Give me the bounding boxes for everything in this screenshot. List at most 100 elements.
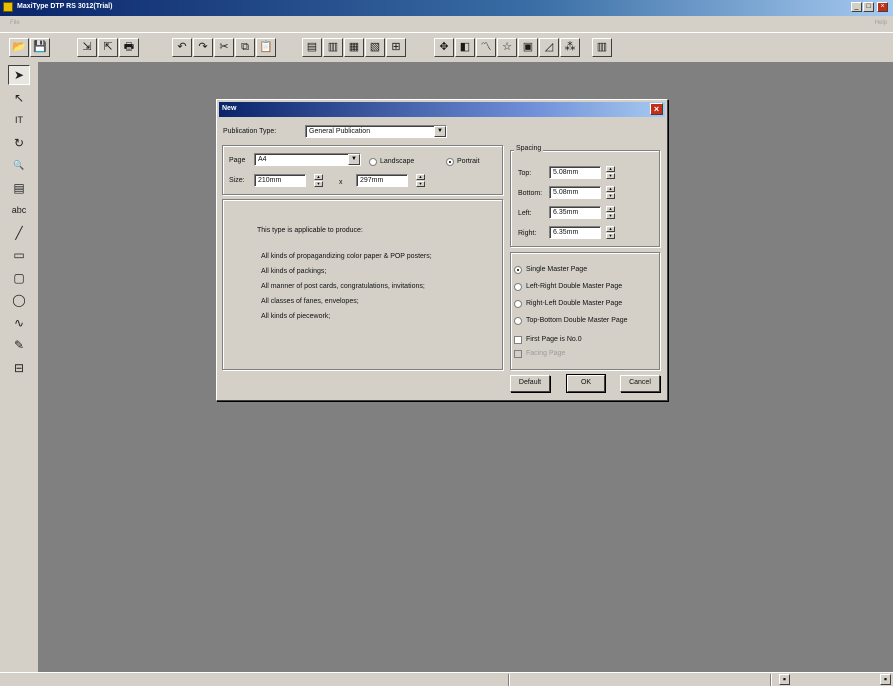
landscape-radio[interactable] (369, 158, 377, 166)
ellipse-tool-icon[interactable]: ◯ (8, 290, 30, 310)
rotate-icon[interactable]: ↻ (8, 133, 30, 153)
spacing-bottom-label: Bottom: (518, 190, 543, 197)
rectangle-tool-icon[interactable]: ▭ (8, 245, 30, 265)
height-field[interactable]: 297mm (356, 174, 408, 187)
text-tool-icon[interactable]: IT (8, 110, 30, 130)
export-icon[interactable]: ⇱ (98, 38, 118, 57)
status-toggle-button[interactable]: ▪ (779, 674, 790, 685)
open-folder-icon[interactable]: 📂 (9, 38, 29, 57)
table-icon[interactable]: ⊞ (386, 38, 406, 57)
spacing-left-field[interactable]: 6.35mm (549, 206, 601, 219)
chevron-down-icon[interactable]: ▼ (348, 154, 360, 165)
publication-type-select[interactable]: General Publication ▼ (305, 125, 447, 138)
portrait-label: Portrait (457, 158, 480, 165)
spin-up-icon[interactable]: ▲ (606, 226, 615, 232)
master-page-option-label: Right-Left Double Master Page (526, 300, 623, 307)
spin-up-icon[interactable]: ▲ (606, 166, 615, 172)
dialog-title-bar[interactable]: New × (219, 102, 665, 117)
spacing-top-field[interactable]: 5.08mm (549, 166, 601, 179)
node-select-icon[interactable]: ↖ (8, 88, 30, 108)
maximize-button[interactable]: □ (863, 2, 874, 12)
star-icon[interactable]: ☆ (497, 38, 517, 57)
master-page-radio[interactable] (514, 317, 522, 325)
master-page-radio[interactable] (514, 266, 522, 274)
app-title-bar[interactable]: MaxiType DTP RS 3012(Trial) _ □ × (0, 0, 893, 16)
image-frame-icon[interactable]: ▣ (518, 38, 538, 57)
spin-up-icon[interactable]: ▲ (416, 174, 425, 180)
cancel-button[interactable]: Cancel (620, 375, 660, 392)
spin-up-icon[interactable]: ▲ (606, 206, 615, 212)
status-scroll-button[interactable]: ▪ (880, 674, 891, 685)
first-page-checkbox[interactable] (514, 336, 522, 344)
status-separator (770, 674, 772, 686)
portrait-radio[interactable] (446, 158, 454, 166)
width-field[interactable]: 210mm (254, 174, 306, 187)
status-separator (508, 674, 510, 686)
default-button[interactable]: Default (510, 375, 550, 392)
width-spinner[interactable]: ▲ ▼ (314, 174, 323, 187)
curve-tool-icon[interactable]: ∿ (8, 313, 30, 333)
zoom-icon[interactable]: 🔍 (8, 155, 30, 175)
menu-help[interactable]: Help (875, 20, 887, 26)
spin-down-icon[interactable]: ▼ (416, 181, 425, 187)
close-button[interactable]: × (877, 2, 888, 12)
spacing-bottom-field[interactable]: 5.08mm (549, 186, 601, 199)
move-cross-icon[interactable]: ✥ (434, 38, 454, 57)
cut-icon[interactable]: ✂ (214, 38, 234, 57)
spin-down-icon[interactable]: ▼ (606, 173, 615, 179)
import-icon[interactable]: ⇲ (77, 38, 97, 57)
rounded-rect-tool-icon[interactable]: ▢ (8, 268, 30, 288)
description-line: All kinds of packings; (261, 268, 327, 275)
spacing-right-field[interactable]: 6.35mm (549, 226, 601, 239)
curve-color-icon[interactable]: 〽 (476, 38, 496, 57)
spacing-top-spinner[interactable]: ▲ ▼ (606, 166, 615, 179)
text-effect-icon[interactable]: ⁂ (560, 38, 580, 57)
frame-center-icon[interactable]: ▥ (323, 38, 343, 57)
select-arrow-icon[interactable]: ➤ (8, 65, 30, 85)
master-page-radio[interactable] (514, 283, 522, 291)
menu-file[interactable]: File (10, 20, 20, 26)
paste-icon[interactable]: 📋 (256, 38, 276, 57)
spin-down-icon[interactable]: ▼ (606, 193, 615, 199)
spin-down-icon[interactable]: ▼ (606, 233, 615, 239)
spacing-left-spinner[interactable]: ▲ ▼ (606, 206, 615, 219)
undo-icon[interactable]: ↶ (172, 38, 192, 57)
color-palette-icon[interactable]: ◧ (455, 38, 475, 57)
frame-link-icon[interactable]: ▧ (365, 38, 385, 57)
pen-tool-icon[interactable]: ✎ (8, 335, 30, 355)
line-tool-icon[interactable]: ╱ (8, 223, 30, 243)
redo-icon[interactable]: ↷ (193, 38, 213, 57)
minimize-button[interactable]: _ (851, 2, 862, 12)
frame-tool-icon[interactable]: ▤ (8, 178, 30, 198)
dialog-close-button[interactable]: × (650, 103, 663, 115)
spin-down-icon[interactable]: ▼ (606, 213, 615, 219)
ok-button[interactable]: OK (566, 374, 606, 393)
page-layout-icon[interactable]: ▥ (592, 38, 612, 57)
spacing-bottom-value: 5.08mm (553, 189, 579, 196)
spin-up-icon[interactable]: ▲ (606, 186, 615, 192)
master-page-radio[interactable] (514, 300, 522, 308)
print-icon[interactable]: 🖶 (119, 38, 139, 57)
spin-down-icon[interactable]: ▼ (314, 181, 323, 187)
spacing-bottom-spinner[interactable]: ▲ ▼ (606, 186, 615, 199)
page-size-select[interactable]: A4 ▼ (254, 153, 361, 166)
chart-icon[interactable]: ◿ (539, 38, 559, 57)
frame-right-icon[interactable]: ▦ (344, 38, 364, 57)
master-page-option-label: Single Master Page (526, 266, 588, 273)
save-icon[interactable]: 💾 (30, 38, 50, 57)
table-tool-icon[interactable]: ⊟ (8, 358, 30, 378)
menu-bar: File Help (0, 16, 893, 32)
tool-palette: ➤ ↖ IT ↻ 🔍 ▤ abc ╱ ▭ ▢ ◯ ∿ ✎ ⊟ (0, 62, 38, 672)
abc-text-icon[interactable]: abc (8, 200, 30, 220)
spin-up-icon[interactable]: ▲ (314, 174, 323, 180)
first-page-label: First Page is No.0 (526, 336, 582, 343)
height-spinner[interactable]: ▲ ▼ (416, 174, 425, 187)
size-label: Size: (229, 177, 245, 184)
chevron-down-icon[interactable]: ▼ (434, 126, 446, 137)
x-label: x (339, 179, 343, 186)
spacing-right-spinner[interactable]: ▲ ▼ (606, 226, 615, 239)
spacing-left-label: Left: (518, 210, 532, 217)
frame-left-icon[interactable]: ▤ (302, 38, 322, 57)
copy-icon[interactable]: ⧉ (235, 38, 255, 57)
description-line: All classes of fanes, envelopes; (261, 298, 359, 305)
